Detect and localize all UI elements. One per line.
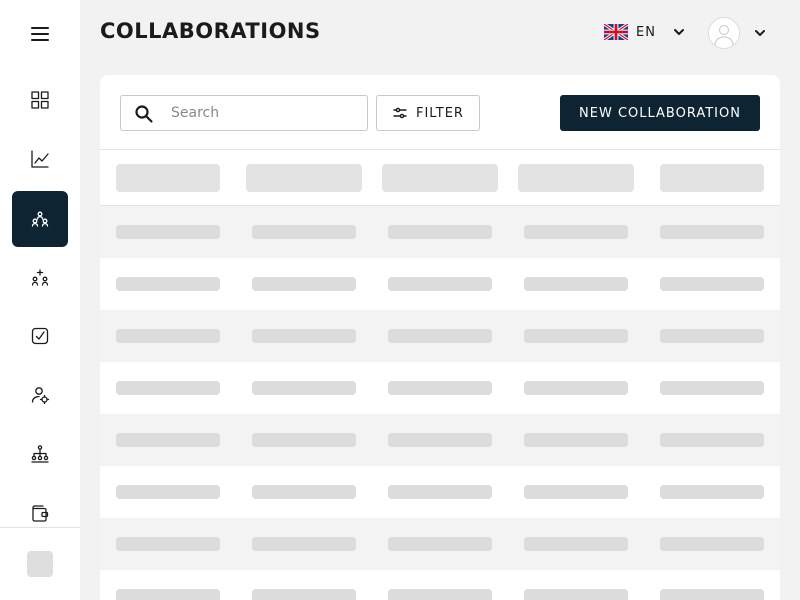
cell-skeleton xyxy=(524,537,628,551)
cell-skeleton xyxy=(116,433,220,447)
sidebar-divider xyxy=(0,527,80,528)
header-cell-skeleton xyxy=(518,164,634,192)
page-title: COLLABORATIONS xyxy=(100,19,321,43)
cell-skeleton xyxy=(116,537,220,551)
cell-skeleton xyxy=(252,381,356,395)
cell-skeleton xyxy=(524,485,628,499)
cell-skeleton xyxy=(388,381,492,395)
sidebar-item-contacts[interactable] xyxy=(12,367,68,423)
cell-skeleton xyxy=(388,485,492,499)
table-row-skeleton xyxy=(100,518,780,570)
cell-skeleton xyxy=(388,433,492,447)
cell-skeleton xyxy=(660,485,764,499)
sidebar xyxy=(0,0,80,600)
cell-skeleton xyxy=(252,589,356,600)
cell-skeleton xyxy=(660,433,764,447)
collaborations-card: FILTER NEW COLLABORATION xyxy=(100,75,780,600)
filter-button[interactable]: FILTER xyxy=(376,95,480,131)
table-row-skeleton xyxy=(100,570,780,600)
cell-skeleton xyxy=(388,589,492,600)
sidebar-item-tasks[interactable] xyxy=(12,308,68,364)
cell-skeleton xyxy=(388,277,492,291)
language-selector[interactable]: EN xyxy=(604,20,686,44)
cell-skeleton xyxy=(388,537,492,551)
sidebar-footer-placeholder[interactable] xyxy=(27,551,53,577)
new-collaboration-button[interactable]: NEW COLLABORATION xyxy=(560,95,760,131)
cell-skeleton xyxy=(116,329,220,343)
cell-skeleton xyxy=(660,589,764,600)
cell-skeleton xyxy=(116,381,220,395)
sidebar-item-collaborations[interactable] xyxy=(12,191,68,247)
cell-skeleton xyxy=(660,329,764,343)
cell-skeleton xyxy=(116,485,220,499)
cell-skeleton xyxy=(252,329,356,343)
grid-icon xyxy=(31,91,49,109)
line-chart-icon xyxy=(31,150,49,168)
cell-skeleton xyxy=(388,225,492,239)
cell-skeleton xyxy=(660,381,764,395)
wallet-icon xyxy=(32,505,49,522)
cell-skeleton xyxy=(388,329,492,343)
table-header-skeleton xyxy=(100,149,780,206)
language-code: EN xyxy=(636,24,656,40)
uk-flag-icon xyxy=(604,24,628,40)
cell-skeleton xyxy=(660,225,764,239)
cell-skeleton xyxy=(660,277,764,291)
header-cell-skeleton xyxy=(116,164,220,192)
cell-skeleton xyxy=(524,277,628,291)
user-settings-icon xyxy=(31,387,50,405)
people-network-icon xyxy=(31,211,49,227)
chevron-down-icon xyxy=(755,30,765,36)
cell-skeleton xyxy=(524,225,628,239)
sidebar-item-wallet[interactable] xyxy=(12,485,68,541)
search-box xyxy=(120,95,368,131)
cell-skeleton xyxy=(524,433,628,447)
cell-skeleton xyxy=(252,485,356,499)
table-row-skeleton xyxy=(100,310,780,362)
sidebar-item-hierarchy[interactable] xyxy=(12,426,68,482)
cell-skeleton xyxy=(524,329,628,343)
cell-skeleton xyxy=(116,589,220,600)
header-cell-skeleton xyxy=(660,164,764,192)
checkbox-icon xyxy=(31,327,49,345)
cell-skeleton xyxy=(524,381,628,395)
hierarchy-icon xyxy=(31,445,49,463)
cell-skeleton xyxy=(252,277,356,291)
cell-skeleton xyxy=(524,589,628,600)
user-menu[interactable] xyxy=(708,17,767,49)
table-body-skeleton xyxy=(100,206,780,600)
search-input[interactable] xyxy=(171,96,361,130)
table-row-skeleton xyxy=(100,258,780,310)
header-cell-skeleton xyxy=(382,164,498,192)
people-add-icon xyxy=(31,269,49,286)
cell-skeleton xyxy=(252,433,356,447)
search-icon xyxy=(135,105,153,123)
filter-sliders-icon xyxy=(393,107,407,119)
table-row-skeleton xyxy=(100,206,780,258)
sidebar-item-dashboard[interactable] xyxy=(12,72,68,128)
filter-button-label: FILTER xyxy=(416,105,464,121)
header-cell-skeleton xyxy=(246,164,362,192)
cell-skeleton xyxy=(116,277,220,291)
cell-skeleton xyxy=(660,537,764,551)
table-row-skeleton xyxy=(100,414,780,466)
cell-skeleton xyxy=(252,225,356,239)
cell-skeleton xyxy=(252,537,356,551)
chevron-down-icon xyxy=(673,29,684,35)
table-row-skeleton xyxy=(100,362,780,414)
sidebar-item-analytics[interactable] xyxy=(12,131,68,187)
hamburger-menu-icon[interactable] xyxy=(28,24,52,44)
collaborations-table-skeleton xyxy=(100,149,780,600)
table-row-skeleton xyxy=(100,466,780,518)
user-avatar-icon xyxy=(708,17,740,49)
sidebar-item-add-collaboration[interactable] xyxy=(12,250,68,306)
cell-skeleton xyxy=(116,225,220,239)
